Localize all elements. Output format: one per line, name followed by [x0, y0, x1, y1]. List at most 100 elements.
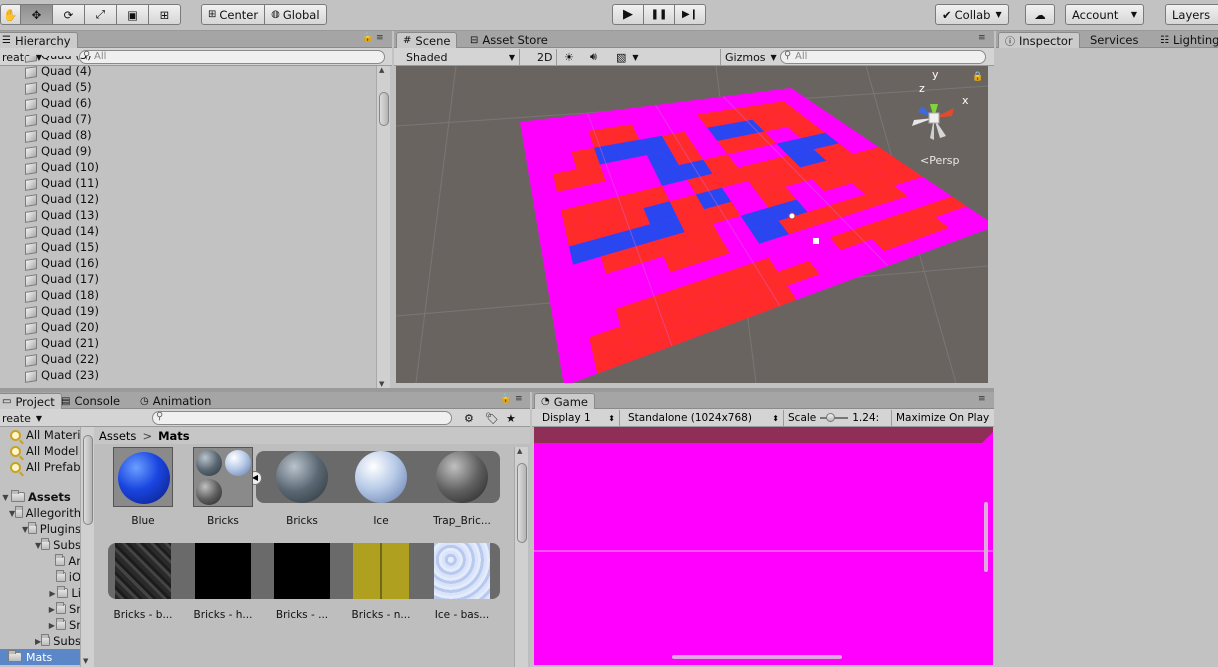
collab-button[interactable]: ✔ Collab ▼ — [935, 4, 1009, 25]
hierarchy-item[interactable]: Quad (9) — [0, 143, 375, 159]
expand-down-icon[interactable]: ▼ — [0, 493, 11, 502]
pivot-rotation-button[interactable]: ◍ Global — [264, 4, 327, 25]
material-asset[interactable]: Bricks — [191, 447, 255, 527]
material-asset[interactable]: Trap_Bric... — [430, 447, 494, 527]
texture-asset[interactable]: Ice - bas... — [430, 541, 494, 621]
move-tool-icon[interactable]: ✥ — [20, 4, 53, 25]
tab-lighting[interactable]: ☷ Lighting — [1154, 32, 1218, 48]
scene-search-input[interactable]: All — [780, 50, 986, 64]
layers-dropdown[interactable]: Layers — [1165, 4, 1218, 25]
scrollbar-thumb[interactable] — [83, 435, 93, 525]
texture-asset[interactable]: Bricks - b... — [111, 541, 175, 621]
project-tree-scrollbar[interactable]: ▼ — [80, 427, 94, 667]
hierarchy-scrollbar[interactable]: ▲ ▼ — [376, 66, 390, 388]
hierarchy-item[interactable]: Quad (19) — [0, 303, 375, 319]
material-asset[interactable]: Bricks — [270, 447, 334, 527]
hierarchy-item[interactable]: Quad (15) — [0, 239, 375, 255]
tab-inspector[interactable]: ⓘ Inspector — [998, 32, 1080, 48]
hierarchy-item[interactable]: Quad (7) — [0, 111, 375, 127]
play-button[interactable]: ▶ — [612, 4, 644, 25]
hierarchy-item[interactable]: Quad (12) — [0, 191, 375, 207]
panel-menu-icon[interactable]: ≡ — [978, 394, 986, 404]
audio-toggle-icon[interactable]: 🔊︎ — [586, 49, 601, 65]
horizontal-splitter[interactable] — [0, 388, 994, 392]
project-folder[interactable]: ▼ Subs — [0, 537, 81, 553]
step-button[interactable]: ▶❙ — [674, 4, 706, 25]
rotate-tool-icon[interactable]: ⟳ — [52, 4, 85, 25]
tab-game[interactable]: ◔ Game — [534, 393, 595, 409]
scroll-up-icon[interactable]: ▲ — [379, 66, 384, 74]
scene-viewport[interactable]: y z x 🔒 <Persp — [396, 66, 988, 383]
transform-tool-icon[interactable]: ⊞ — [148, 4, 181, 25]
hierarchy-item[interactable]: Quad (22) — [0, 351, 375, 367]
light-gizmo-icon[interactable] — [788, 212, 796, 220]
hierarchy-item[interactable]: Quad (17) — [0, 271, 375, 287]
texture-asset[interactable]: Bricks - ... — [270, 541, 334, 621]
breadcrumb-assets[interactable]: Assets — [99, 429, 136, 443]
asset-scrollbar[interactable]: ▲ ▼ — [514, 447, 528, 667]
material-asset[interactable]: Ice — [349, 447, 413, 527]
hierarchy-item[interactable]: Quad (23) — [0, 367, 375, 383]
create-dropdown[interactable]: reate ▼ — [0, 410, 46, 426]
rect-tool-icon[interactable]: ▣ — [116, 4, 149, 25]
scale-slider[interactable] — [820, 413, 849, 422]
panel-menu-icon[interactable]: ≡ — [376, 33, 384, 43]
hierarchy-item[interactable]: Quad (11) — [0, 175, 375, 191]
hierarchy-item[interactable]: Quad (13) — [0, 207, 375, 223]
hierarchy-item[interactable]: Quad (6) — [0, 95, 375, 111]
maximize-on-play-toggle[interactable]: Maximize On Play — [892, 410, 993, 426]
lighting-toggle-icon[interactable]: ☀ — [560, 49, 578, 65]
expand-right-icon[interactable]: ▶ — [48, 605, 56, 614]
scroll-down-icon[interactable]: ▼ — [379, 380, 384, 388]
persp-label[interactable]: <Persp — [920, 154, 959, 167]
hierarchy-item[interactable]: Quad (3) — [0, 56, 375, 63]
expand-right-icon[interactable]: ▶ — [48, 589, 57, 598]
lock-icon[interactable]: 🔒 — [500, 394, 511, 404]
scroll-down-icon[interactable]: ▼ — [83, 657, 88, 665]
scroll-up-icon[interactable]: ▲ — [517, 447, 522, 455]
scrollbar-thumb[interactable] — [379, 92, 389, 126]
texture-asset[interactable]: Bricks - h... — [191, 541, 255, 621]
selected-folder-mats[interactable]: Mats — [0, 649, 81, 665]
filter-label-icon[interactable]: 🏷︎ — [481, 410, 503, 426]
filter-type-icon[interactable]: ⚙ — [460, 410, 478, 426]
hierarchy-item[interactable]: Quad (21) — [0, 335, 375, 351]
tab-asset-store[interactable]: ⊟ Asset Store — [464, 32, 554, 48]
project-search-input[interactable] — [152, 411, 452, 425]
project-folder[interactable]: Ar — [0, 553, 81, 569]
tab-services[interactable]: Services — [1084, 32, 1145, 48]
panel-menu-icon[interactable]: ≡ — [515, 394, 523, 404]
lock-icon[interactable]: 🔒 — [362, 33, 373, 43]
hierarchy-item[interactable]: Quad (20) — [0, 319, 375, 335]
hierarchy-item[interactable]: Quad (10) — [0, 159, 375, 175]
material-asset[interactable]: Blue — [111, 447, 175, 527]
favorite-item[interactable]: All Prefab — [0, 459, 81, 475]
hand-tool-icon[interactable]: ✋ — [0, 4, 21, 25]
favorite-item[interactable]: All Model — [0, 443, 81, 459]
tab-scene[interactable]: # Scene — [396, 32, 458, 48]
orientation-gizmo-icon[interactable] — [904, 78, 974, 158]
hierarchy-item[interactable]: Quad (4) — [0, 63, 375, 79]
expand-right-icon[interactable]: ▶ — [48, 621, 56, 630]
slider-thumb[interactable] — [826, 413, 836, 422]
project-folder[interactable]: ▶ Li — [0, 585, 81, 601]
breadcrumb-mats[interactable]: Mats — [158, 429, 190, 443]
hierarchy-item[interactable]: Quad (5) — [0, 79, 375, 95]
shading-mode-dropdown[interactable]: Shaded ▼ — [402, 49, 520, 65]
tab-hierarchy[interactable]: ☰ Hierarchy — [0, 32, 78, 48]
hierarchy-item[interactable]: Quad (18) — [0, 287, 375, 303]
scale-control[interactable]: Scale 1.24: — [784, 410, 892, 426]
resolution-dropdown[interactable]: Standalone (1024x768) ⬍ — [624, 410, 784, 426]
favorite-item[interactable]: All Materi — [0, 427, 81, 443]
panel-menu-icon[interactable]: ≡ — [978, 33, 986, 43]
scale-tool-icon[interactable]: ⤢ — [84, 4, 117, 25]
project-folder[interactable]: ▶ Sr — [0, 617, 81, 633]
cloud-button[interactable]: ☁ — [1025, 4, 1055, 25]
project-folder[interactable]: ▼ Allegorith — [0, 505, 81, 521]
lock-icon[interactable]: 🔒 — [972, 72, 983, 82]
tab-console[interactable]: ▤ Console — [55, 393, 126, 409]
hierarchy-item[interactable]: Quad (14) — [0, 223, 375, 239]
tab-project[interactable]: ▭ Project — [0, 393, 62, 409]
game-viewport[interactable] — [534, 427, 993, 665]
gizmos-dropdown[interactable]: Gizmos ▼ — [720, 49, 781, 65]
